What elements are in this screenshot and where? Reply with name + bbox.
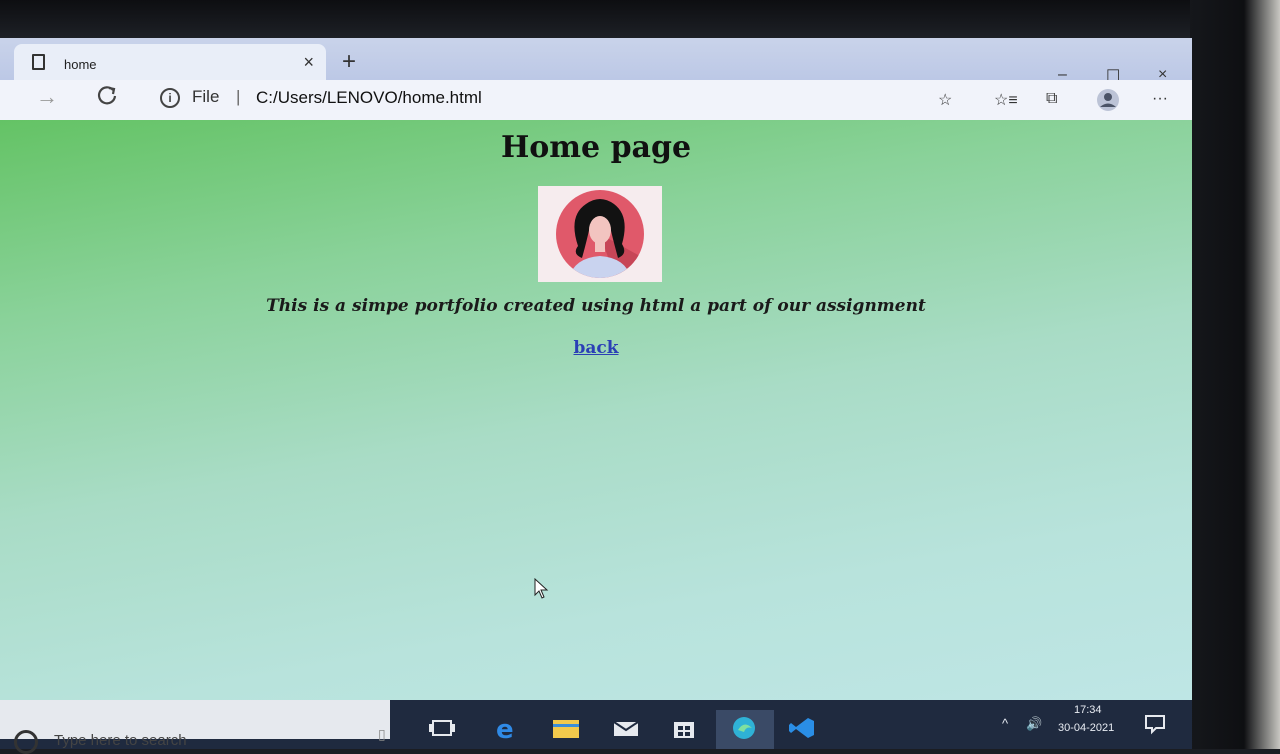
tray-expand-icon[interactable]: ^	[1002, 716, 1008, 731]
page-title: Home page	[500, 130, 692, 165]
avatar-image	[538, 186, 662, 282]
reload-icon	[97, 86, 117, 105]
action-center-icon[interactable]	[1142, 712, 1170, 736]
tab-title: home	[64, 57, 97, 72]
profile-icon[interactable]	[1096, 88, 1120, 117]
forward-button[interactable]: →	[36, 84, 58, 110]
page-icon	[32, 54, 45, 70]
store-icon[interactable]	[670, 716, 698, 740]
tab-home[interactable]: home ×	[14, 44, 326, 80]
address-separator: |	[236, 87, 241, 106]
taskbar-search[interactable]: Type here to search ▯	[0, 700, 390, 754]
new-tab-button[interactable]: +	[342, 48, 356, 76]
add-favorite-icon[interactable]: ☆	[938, 90, 952, 110]
reload-button[interactable]	[96, 84, 118, 112]
clock-time[interactable]: 17:34	[1074, 704, 1102, 716]
address-scheme: File	[192, 87, 220, 106]
clock-date[interactable]: 30-04-2021	[1058, 722, 1114, 734]
search-placeholder: Type here to search	[54, 732, 187, 749]
browser-toolbar: → i File | C:/Users/LENOVO/home.html ☆ ☆…	[0, 80, 1192, 120]
favorites-icon[interactable]: ☆≡	[994, 90, 1018, 110]
taskbar: Type here to search ▯ e ^ 🔊 17:34 30-04-…	[0, 700, 1192, 754]
volume-icon[interactable]: 🔊	[1026, 716, 1042, 732]
file-explorer-icon[interactable]	[552, 716, 580, 740]
browser-window: home × + – ☐ × → i File | C:/Users/LENOV…	[0, 38, 1192, 718]
svg-text:e: e	[496, 716, 514, 740]
address-url[interactable]: C:/Users/LENOVO/home.html	[256, 88, 482, 108]
tab-close-button[interactable]: ×	[303, 52, 314, 73]
info-icon[interactable]: i	[160, 88, 180, 108]
mail-icon[interactable]	[612, 716, 640, 740]
address-bar[interactable]: i File | C:/Users/LENOVO/home.html	[146, 84, 906, 114]
collections-icon[interactable]: ⧉	[1046, 90, 1057, 108]
tab-strip: home × + – ☐ ×	[0, 38, 1192, 85]
edge-icon[interactable]	[730, 716, 758, 740]
more-icon[interactable]: ···	[1152, 90, 1168, 108]
vscode-icon[interactable]	[788, 716, 816, 740]
monitor-bezel-right	[1190, 0, 1280, 749]
monitor-bezel-top	[0, 0, 1280, 40]
portfolio-description: This is a simpe portfolio created using …	[266, 296, 926, 316]
cortana-icon[interactable]	[14, 730, 38, 754]
edge-legacy-icon[interactable]: e	[494, 716, 522, 740]
mouse-cursor-icon	[534, 578, 549, 599]
microphone-icon[interactable]: ▯	[378, 726, 386, 743]
back-link[interactable]: back	[0, 338, 1192, 358]
avatar-icon	[556, 190, 644, 278]
page-viewport: Home page This is a simpe portfolio crea…	[0, 120, 1192, 718]
task-view-icon[interactable]	[428, 716, 456, 740]
